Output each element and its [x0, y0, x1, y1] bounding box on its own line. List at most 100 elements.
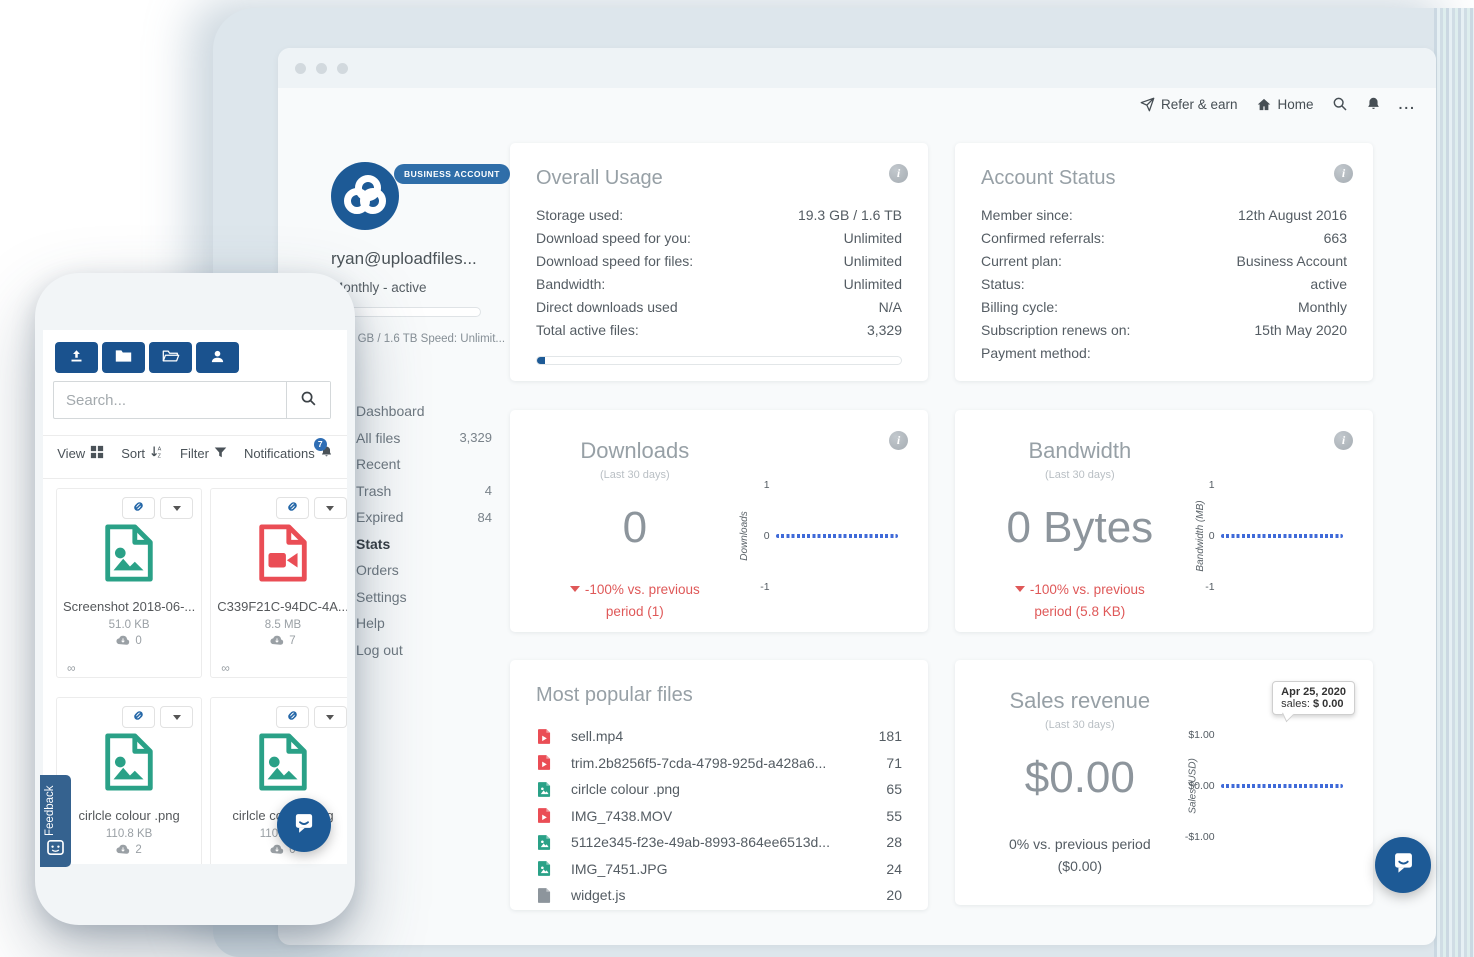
- storage-progress-fill: [537, 357, 545, 364]
- sidebar-item-help[interactable]: Help: [356, 610, 492, 637]
- paper-plane-icon: [1140, 97, 1155, 112]
- info-icon[interactable]: i: [1334, 431, 1353, 450]
- sidebar-usage-text: 19.3 GB / 1.6 TB Speed: Unlimit...: [332, 333, 505, 345]
- uploadfiles-logo: [331, 162, 399, 230]
- sidebar-item-recent[interactable]: Recent: [356, 451, 492, 478]
- sidebar-item-expired[interactable]: Expired84: [356, 504, 492, 531]
- download-count: 28: [862, 834, 902, 850]
- usage-row-value: Unlimited: [844, 250, 902, 273]
- file-card[interactable]: Screenshot 2018-06-... 51.0 KB 0 ∞: [56, 488, 202, 678]
- bandwidth-delta: -100% vs. previous period (5.8 KB): [981, 579, 1179, 623]
- popular-file-row: trim.2b8256f5-7cda-4798-925d-a428a6... 7…: [536, 750, 902, 777]
- image-file-icon: [57, 732, 201, 792]
- expired-count: 84: [478, 510, 492, 525]
- copy-link-button[interactable]: [122, 497, 155, 519]
- sidebar-item-dashboard[interactable]: Dashboard: [356, 398, 492, 425]
- account-button[interactable]: [196, 342, 239, 373]
- info-icon[interactable]: i: [889, 431, 908, 450]
- chat-widget-button[interactable]: [277, 798, 331, 852]
- info-icon[interactable]: i: [889, 164, 908, 183]
- divider: [43, 435, 347, 436]
- overall-usage-title: Overall Usage: [536, 167, 902, 190]
- sidebar-item-logout[interactable]: Log out: [356, 637, 492, 664]
- download-count: 71: [862, 755, 902, 771]
- search-submit-button[interactable]: [286, 382, 330, 418]
- notifications-button[interactable]: [1366, 96, 1381, 112]
- sidebar-item-all-files[interactable]: All files3,329: [356, 425, 492, 452]
- refer-and-earn-label: Refer & earn: [1161, 97, 1238, 112]
- caret-down-icon: [326, 715, 334, 720]
- copy-link-button[interactable]: [122, 706, 155, 728]
- copy-link-button[interactable]: [276, 706, 309, 728]
- chat-bubble-icon: [291, 810, 317, 841]
- more-menu-button[interactable]: ...: [1399, 97, 1416, 112]
- tooltip-date: Apr 25, 2020: [1281, 686, 1346, 698]
- cloud-download-icon: [116, 843, 130, 857]
- phone-action-buttons: [55, 342, 239, 373]
- usage-row-value: N/A: [879, 296, 902, 319]
- caret-down-icon: [1015, 586, 1025, 592]
- video-file-icon: [538, 729, 553, 744]
- sales-chart: Sales (USD) $1.00$0.00-$1.00 Apr 25, 202…: [1179, 730, 1347, 842]
- search-icon: [300, 390, 317, 410]
- screenshot-root: Refer & earn Home ... BUSINESS ACCOUNT r…: [0, 0, 1474, 957]
- view-toggle[interactable]: View: [57, 445, 104, 462]
- sidebar-item-trash[interactable]: Trash4: [356, 478, 492, 505]
- file-menu-button[interactable]: [314, 497, 347, 519]
- new-folder-button[interactable]: [102, 342, 145, 373]
- status-row-value: Monthly: [1298, 296, 1347, 319]
- info-icon[interactable]: i: [1334, 164, 1353, 183]
- window-control-dots: [295, 63, 348, 74]
- filter-control[interactable]: Filter: [180, 446, 227, 462]
- top-navigation: Refer & earn Home ...: [1140, 96, 1416, 112]
- bandwidth-value: 0 Bytes: [981, 503, 1179, 553]
- download-count: 24: [862, 861, 902, 877]
- search-bar: [53, 381, 331, 419]
- popular-file-row: cirlcle colour .png 65: [536, 776, 902, 803]
- status-row-value: 663: [1324, 227, 1347, 250]
- refer-and-earn-link[interactable]: Refer & earn: [1140, 97, 1238, 112]
- sales-delta: 0% vs. previous period ($0.00): [981, 833, 1179, 877]
- downloads-chart: Downloads 10-1: [734, 480, 902, 592]
- file-card[interactable]: C339F21C-94DC-4A... 8.5 MB 7 ∞: [210, 488, 347, 678]
- file-menu-button[interactable]: [160, 497, 193, 519]
- notification-count-badge: 7: [314, 438, 327, 451]
- home-icon: [1256, 97, 1272, 112]
- sales-chart-ticks: $1.00$0.00-$1.00: [1179, 730, 1221, 842]
- link-icon: [285, 708, 300, 726]
- image-file-icon: [211, 732, 347, 792]
- overall-usage-card: Overall Usage i Storage used:19.3 GB / 1…: [510, 143, 928, 381]
- upload-button[interactable]: [55, 342, 98, 373]
- image-file-icon: [538, 861, 553, 876]
- feedback-label: Feedback: [44, 783, 66, 839]
- sidebar-item-orders[interactable]: Orders: [356, 557, 492, 584]
- filter-funnel-icon: [214, 446, 227, 462]
- sort-control[interactable]: Sort AZ: [121, 445, 163, 462]
- sidebar-item-stats[interactable]: Stats: [356, 531, 492, 558]
- search-input[interactable]: [54, 382, 286, 418]
- file-menu-button[interactable]: [314, 706, 347, 728]
- expiry-infinity: ∞: [221, 661, 230, 675]
- file-name: C339F21C-94DC-4A...: [211, 599, 347, 614]
- cloud-download-icon: [116, 634, 130, 648]
- file-menu-button[interactable]: [160, 706, 193, 728]
- bandwidth-series-line: [1221, 534, 1343, 538]
- expiry-infinity: ∞: [67, 661, 76, 675]
- popular-files-card: Most popular files sell.mp4 181 trim.2b8…: [510, 660, 928, 910]
- image-file-icon: [538, 835, 553, 850]
- notifications-control[interactable]: Notifications 7: [244, 445, 333, 462]
- feedback-tab[interactable]: Feedback: [40, 775, 71, 867]
- search-button[interactable]: [1332, 96, 1348, 112]
- home-link[interactable]: Home: [1256, 97, 1314, 112]
- popular-file-row: sell.mp4 181: [536, 723, 902, 750]
- chat-widget-button[interactable]: [1375, 837, 1431, 893]
- video-file-icon: [538, 755, 553, 770]
- file-card[interactable]: cirlcle colour .png 110.8 KB 2 ∞: [56, 697, 202, 864]
- file-toolbar: View Sort AZ Filter Notifications 7: [43, 445, 347, 462]
- status-row-label: Subscription renews on:: [981, 319, 1130, 342]
- copy-link-button[interactable]: [276, 497, 309, 519]
- upload-icon: [68, 349, 85, 367]
- sidebar-item-settings[interactable]: Settings: [356, 584, 492, 611]
- svg-text:A: A: [158, 446, 162, 452]
- open-folder-button[interactable]: [149, 342, 192, 373]
